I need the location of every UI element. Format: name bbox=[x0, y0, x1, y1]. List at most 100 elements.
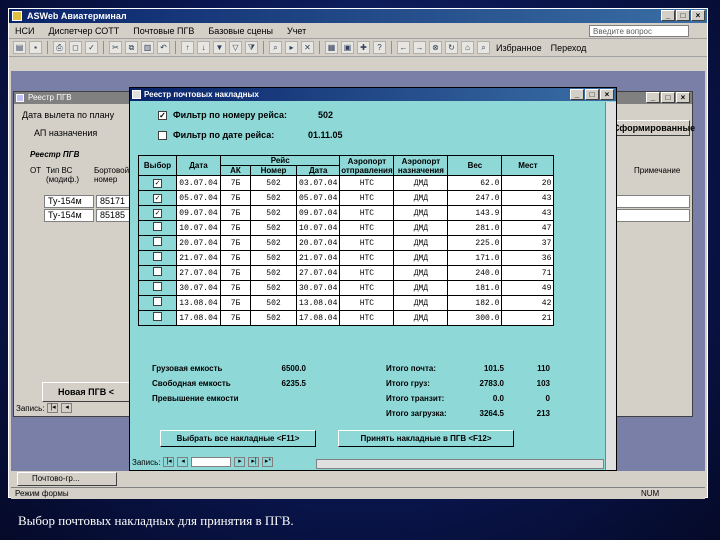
new-record-icon[interactable]: ▸ bbox=[285, 41, 298, 54]
prev-record-icon[interactable]: ◂ bbox=[177, 457, 189, 467]
invoice-row[interactable]: 13.08.04 7Б 502 13.08.04 НТС ДМД 182.0 42 bbox=[138, 295, 555, 311]
last-record-icon[interactable]: ▸| bbox=[248, 457, 260, 467]
invoice-checkbox[interactable] bbox=[153, 267, 162, 276]
filter-form-icon[interactable]: ▽ bbox=[229, 41, 242, 54]
invoice-checkbox[interactable] bbox=[153, 312, 162, 321]
refresh-icon[interactable]: ↻ bbox=[445, 41, 458, 54]
formed-list-button[interactable]: Сформированные bbox=[612, 120, 695, 136]
invoice-checkbox[interactable]: ✓ bbox=[153, 208, 162, 218]
num-lock-indicator: NUM bbox=[641, 489, 660, 498]
copy-icon[interactable]: ⧉ bbox=[125, 41, 138, 54]
close-button[interactable]: × bbox=[691, 10, 705, 21]
new-record-nav-icon[interactable]: ▸* bbox=[262, 457, 274, 467]
app-title: ASWeb Авиатерминал bbox=[27, 11, 127, 21]
sort-desc-icon[interactable]: ↓ bbox=[197, 41, 210, 54]
help-search-input[interactable]: Введите вопрос bbox=[589, 25, 689, 37]
undo-icon[interactable]: ↶ bbox=[157, 41, 170, 54]
invoice-row[interactable]: 21.07.04 7Б 502 21.07.04 НТС ДМД 171.0 36 bbox=[138, 250, 555, 266]
cut-icon[interactable]: ✂ bbox=[109, 41, 122, 54]
stop-icon[interactable]: ⊗ bbox=[429, 41, 442, 54]
flight-number-filter[interactable]: ✓ Фильтр по номеру рейса: bbox=[158, 110, 287, 120]
invoice-flight-date-cell: 20.07.04 bbox=[295, 235, 341, 251]
select-all-invoices-button[interactable]: Выбрать все накладные <F11> bbox=[160, 430, 316, 447]
first-record-icon[interactable]: |◂ bbox=[47, 403, 59, 413]
menu-item-dispatcher[interactable]: Диспетчер СОТТ bbox=[46, 26, 121, 36]
invoice-row[interactable]: 20.07.04 7Б 502 20.07.04 НТС ДМД 225.0 37 bbox=[138, 235, 555, 251]
save-icon[interactable]: ▪ bbox=[29, 41, 42, 54]
invoice-row[interactable]: 30.07.04 7Б 502 30.07.04 НТС ДМД 181.0 49 bbox=[138, 280, 555, 296]
summary-free-value: 6235.5 bbox=[281, 379, 306, 388]
invoice-arrival-cell: ДМД bbox=[393, 295, 449, 311]
flight-filter-checkbox[interactable]: ✓ bbox=[158, 110, 167, 120]
menu-item-nsi[interactable]: НСИ bbox=[13, 26, 36, 36]
favorites-menu[interactable]: Избранное bbox=[493, 43, 545, 53]
menu-item-accounting[interactable]: Учет bbox=[285, 26, 308, 36]
pgv-row-1-note[interactable] bbox=[614, 195, 690, 208]
go-menu[interactable]: Переход bbox=[548, 43, 590, 53]
dialog-minimize-button[interactable]: _ bbox=[570, 89, 584, 100]
spelling-icon[interactable]: ✓ bbox=[85, 41, 98, 54]
back-icon[interactable]: ← bbox=[397, 41, 410, 54]
invoice-row[interactable]: ✓ 05.07.04 7Б 502 05.07.04 НТС ДМД 247.0 43 bbox=[138, 190, 555, 206]
invoice-checkbox[interactable]: ✓ bbox=[153, 178, 162, 188]
dialog-close-button[interactable]: × bbox=[600, 89, 614, 100]
pgv-close-button[interactable]: × bbox=[676, 92, 690, 103]
date-filter-checkbox[interactable] bbox=[158, 130, 167, 140]
dialog-vertical-scrollbar[interactable] bbox=[605, 102, 616, 470]
invoice-flight-date-cell: 30.07.04 bbox=[295, 280, 341, 296]
sort-asc-icon[interactable]: ↑ bbox=[181, 41, 194, 54]
pgv-maximize-button[interactable]: □ bbox=[661, 92, 675, 103]
database-icon[interactable]: ▣ bbox=[341, 41, 354, 54]
pgv-row-2-type[interactable]: Ту-154м bbox=[44, 209, 94, 222]
new-pgv-button[interactable]: Новая ПГВ < bbox=[42, 382, 130, 402]
filter-icon[interactable]: ▼ bbox=[213, 41, 226, 54]
properties-icon[interactable]: ▦ bbox=[325, 41, 338, 54]
print-icon[interactable]: ⎙ bbox=[53, 41, 66, 54]
pgv-minimize-button[interactable]: _ bbox=[646, 92, 660, 103]
design-view-icon[interactable]: ▤ bbox=[13, 41, 26, 54]
prev-record-icon[interactable]: ◂ bbox=[61, 403, 73, 413]
dialog-maximize-button[interactable]: □ bbox=[585, 89, 599, 100]
search-web-icon[interactable]: ⌕ bbox=[477, 41, 490, 54]
help-icon[interactable]: ? bbox=[373, 41, 386, 54]
pgv-row-1-type[interactable]: Ту-154м bbox=[44, 195, 94, 208]
forward-icon[interactable]: → bbox=[413, 41, 426, 54]
menu-item-mail[interactable]: Почтовые ПГВ bbox=[131, 26, 196, 36]
next-record-icon[interactable]: ▸ bbox=[234, 457, 246, 467]
invoice-checkbox[interactable] bbox=[153, 282, 162, 291]
record-number-input[interactable] bbox=[191, 457, 232, 467]
invoice-checkbox[interactable] bbox=[153, 237, 162, 246]
column-header-ot: ОТ bbox=[30, 166, 42, 175]
invoice-date-cell: 03.07.04 bbox=[176, 175, 221, 191]
toolbar-separator bbox=[47, 41, 48, 54]
invoice-row[interactable]: 10.07.04 7Б 502 10.07.04 НТС ДМД 281.0 47 bbox=[138, 220, 555, 236]
invoice-row[interactable]: ✓ 03.07.04 7Б 502 03.07.04 НТС ДМД 62.0 20 bbox=[138, 175, 555, 191]
find-icon[interactable]: ⌕ bbox=[269, 41, 282, 54]
dialog-horizontal-scrollbar[interactable] bbox=[316, 459, 604, 469]
invoice-number-cell: 502 bbox=[250, 250, 297, 266]
invoice-checkbox[interactable] bbox=[153, 297, 162, 306]
invoice-select-cell: ✓ bbox=[138, 175, 177, 191]
invoice-row[interactable]: 17.08.04 7Б 502 17.08.04 НТС ДМД 300.0 21 bbox=[138, 310, 555, 326]
pgv-row-2-note[interactable] bbox=[614, 209, 690, 222]
accept-invoices-button[interactable]: Принять накладные в ПГВ <F12> bbox=[338, 430, 514, 447]
delete-record-icon[interactable]: ✕ bbox=[301, 41, 314, 54]
invoice-row[interactable]: 27.07.04 7Б 502 27.07.04 НТС ДМД 240.0 71 bbox=[138, 265, 555, 281]
first-record-icon[interactable]: |◂ bbox=[163, 457, 175, 467]
preview-icon[interactable]: ◻ bbox=[69, 41, 82, 54]
new-object-icon[interactable]: ✚ bbox=[357, 41, 370, 54]
apply-filter-icon[interactable]: ⧩ bbox=[245, 41, 258, 54]
maximize-button[interactable]: □ bbox=[676, 10, 690, 21]
invoice-checkbox[interactable]: ✓ bbox=[153, 193, 162, 203]
minimize-button[interactable]: _ bbox=[661, 10, 675, 21]
invoice-checkbox[interactable] bbox=[153, 252, 162, 261]
paste-icon[interactable]: ▥ bbox=[141, 41, 154, 54]
menu-item-scenes[interactable]: Базовые сцены bbox=[206, 26, 275, 36]
flight-date-filter[interactable]: Фильтр по дате рейса: bbox=[158, 130, 274, 140]
home-icon[interactable]: ⌂ bbox=[461, 41, 474, 54]
minimized-window-tab[interactable]: Почтово-гр... bbox=[17, 472, 117, 486]
invoice-row[interactable]: ✓ 09.07.04 7Б 502 09.07.04 НТС ДМД 143.9 43 bbox=[138, 205, 555, 221]
invoice-departure-cell: НТС bbox=[339, 265, 395, 281]
app-title-bar: ASWeb Авиатерминал _ □ × bbox=[9, 9, 707, 23]
invoice-checkbox[interactable] bbox=[153, 222, 162, 231]
